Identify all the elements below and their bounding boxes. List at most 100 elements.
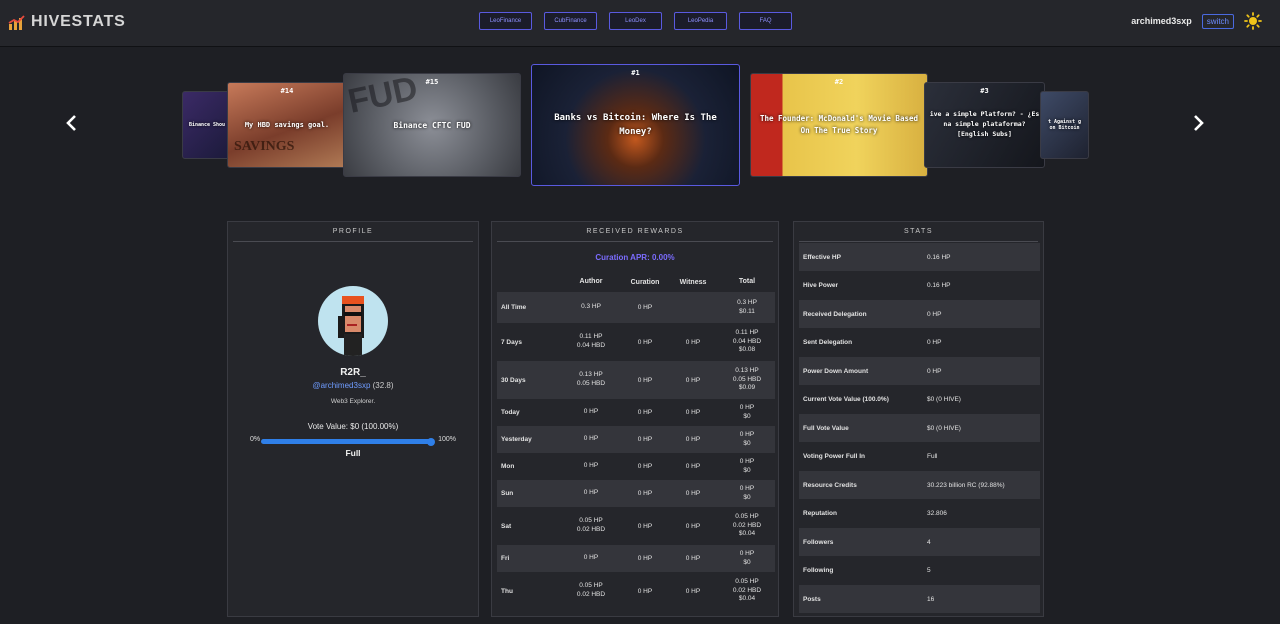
profile-handle-line: @archimed3sxp (32.8)	[228, 381, 478, 390]
stats-key: Resource Credits	[803, 481, 857, 489]
author-cell: 0.3 HP	[581, 303, 601, 311]
panel-header: STATS	[799, 222, 1038, 242]
app-title: HIVESTATS	[31, 13, 126, 30]
stats-row: Power Down Amount 0 HP	[799, 357, 1040, 385]
stats-row: Sent Delegation 0 HP	[799, 329, 1040, 357]
author-cell: 0.05 HP 0.02 HBD	[576, 517, 606, 533]
carousel-card[interactable]: #2 The Founder: McDonald's Movie Based O…	[750, 73, 928, 177]
stats-value: 0.16 HP	[927, 282, 951, 289]
nav-links: LeoFinance CubFinance LeoDex LeoPedia FA…	[479, 12, 792, 30]
stats-row: Following 5	[799, 557, 1040, 585]
row-label: Mon	[501, 463, 515, 470]
logo[interactable]: HIVESTATS	[8, 12, 126, 32]
row-label: 30 Days	[501, 376, 526, 384]
nav-link-leopedia[interactable]: LeoPedia	[674, 12, 727, 30]
stats-key: Hive Power	[803, 282, 839, 289]
table-row: 7 Days 0.11 HP 0.04 HBD 0 HP 0 HP 0.11 HP 0.…	[497, 323, 775, 361]
stats-value: 16	[927, 595, 935, 603]
bar-min-label: 0%	[250, 436, 261, 443]
panel-header: RECEIVED REWARDS	[497, 222, 773, 242]
card-rank: #1	[631, 69, 640, 77]
stats-row: Hive Power 0.16 HP	[799, 272, 1040, 300]
card-art-text: FUD	[344, 73, 421, 121]
stats-row: Reputation 32.806	[799, 500, 1040, 528]
stats-value: Full	[927, 453, 938, 460]
total-cell: 0 HP $0	[739, 403, 755, 420]
card-title: Binance CFTC FUD	[393, 120, 471, 130]
stats-key: Power Down Amount	[803, 367, 869, 375]
witness-cell: 0 HP	[685, 409, 701, 416]
carousel-card[interactable]: #3 ive a simple Platform? - ¿Es na simpl…	[924, 82, 1045, 168]
vote-value: Vote Value: $0 (100.00%)	[307, 422, 399, 431]
pixel-avatar-icon	[338, 296, 364, 356]
witness-cell: 0 HP	[685, 522, 701, 530]
total-cell: 0.05 HP 0.02 HBD $0.04	[732, 577, 762, 603]
carousel-card[interactable]: #15 FUD Binance CFTC FUD	[343, 73, 521, 177]
witness-cell: 0 HP	[685, 490, 701, 497]
bar-knob[interactable]	[427, 437, 435, 446]
bar-fill	[261, 439, 431, 444]
author-cell: 0.05 HP 0.02 HBD	[576, 582, 606, 598]
carousel-card[interactable]: t Against g on Bitcoin	[1040, 91, 1089, 159]
stats-value: $0 (0 HIVE)	[927, 396, 961, 403]
carousel-card[interactable]: #14 SAVINGS My HBD savings goal.	[227, 82, 347, 168]
profile-name: R2R_	[340, 367, 366, 378]
stats-key: Reputation	[803, 510, 837, 517]
avatar[interactable]	[318, 286, 388, 356]
table-row: Mon 0 HP 0 HP 0 HP 0 HP $0	[497, 453, 775, 480]
carousel-card[interactable]: #1 Banks vs Bitcoin: Where Is The Money?	[531, 64, 740, 186]
author-cell: 0 HP	[583, 554, 599, 562]
profile-panel: PROFILE R2R_ @archimed3sxp (32.8) Web3 E…	[227, 221, 479, 617]
username[interactable]: archimed3sxp	[1131, 16, 1192, 26]
witness-cell: 0 HP	[685, 463, 701, 470]
carousel-card[interactable]: Binance Shou	[182, 91, 232, 159]
column-header: Curation	[630, 278, 660, 286]
user-area: archimed3sxp switch	[1131, 12, 1262, 30]
chevron-right-icon[interactable]	[1188, 111, 1208, 135]
panel-header: PROFILE	[233, 222, 473, 242]
switch-button[interactable]: switch	[1201, 13, 1234, 29]
author-cell: 0 HP	[583, 489, 599, 497]
post-carousel: Binance Shou #14 SAVINGS My HBD savings …	[0, 55, 1280, 195]
nav-link-cubfinance[interactable]: CubFinance	[544, 12, 597, 30]
curation-cell: 0 HP	[637, 555, 653, 562]
table-row: Sat 0.05 HP 0.02 HBD 0 HP 0 HP 0.05 HP 0.02 …	[497, 507, 775, 545]
column-header: Witness	[679, 278, 707, 286]
card-rank: #14	[280, 87, 294, 95]
author-cell: 0 HP	[583, 408, 599, 416]
nav-link-leodex[interactable]: LeoDex	[609, 12, 662, 30]
curation-cell: 0 HP	[637, 304, 653, 311]
table-row: Yesterday 0 HP 0 HP 0 HP 0 HP $0	[497, 426, 775, 453]
stats-value: 0 HP	[927, 339, 942, 346]
nav-link-faq[interactable]: FAQ	[739, 12, 792, 30]
card-title: The Founder: McDonald's Movie Based On T…	[759, 114, 919, 135]
nav-link-leofinance[interactable]: LeoFinance	[479, 12, 532, 30]
sun-icon[interactable]	[1244, 12, 1262, 30]
rewards-panel: RECEIVED REWARDS Curation APR: 0.00% Aut…	[491, 221, 779, 617]
bar-track	[261, 437, 435, 446]
chevron-left-icon[interactable]	[62, 111, 82, 135]
stats-key: Voting Power Full In	[803, 453, 865, 460]
total-cell: 0 HP $0	[739, 430, 755, 447]
profile-handle-link[interactable]: @archimed3sxp	[312, 381, 370, 390]
row-label: Thu	[501, 587, 513, 595]
total-cell: 0.05 HP 0.02 HBD $0.04	[732, 512, 762, 538]
rewards-table: Author Curation Witness Total All Time 0.…	[497, 272, 775, 610]
row-label: Sun	[501, 490, 514, 497]
curation-cell: 0 HP	[637, 490, 653, 497]
profile-reputation: (32.8)	[372, 381, 394, 390]
stats-row: Received Delegation 0 HP	[799, 300, 1040, 328]
stats-value: 32.806	[927, 510, 947, 517]
column-header: Total	[738, 278, 756, 286]
table-row: 30 Days 0.13 HP 0.05 HBD 0 HP 0 HP 0.13 HP 0…	[497, 361, 775, 399]
stats-panel: STATS Effective HP 0.16 HP Hive Power 0.16 …	[793, 221, 1044, 617]
stats-value: 0 HP	[927, 367, 942, 375]
card-title: ive a simple Platform? - ¿Es na simple p…	[929, 110, 1040, 138]
table-row: All Time 0.3 HP 0 HP 0.3 HP $0.11	[497, 292, 775, 323]
card-title: Binance Shou	[188, 122, 226, 128]
card-title: My HBD savings goal.	[244, 121, 330, 129]
author-cell: 0.13 HP 0.05 HBD	[576, 371, 606, 387]
voting-power-bar: 0% 100%	[250, 436, 456, 446]
bar-max-label: 100%	[438, 436, 456, 443]
table-row: Fri 0 HP 0 HP 0 HP 0 HP $0	[497, 545, 775, 572]
